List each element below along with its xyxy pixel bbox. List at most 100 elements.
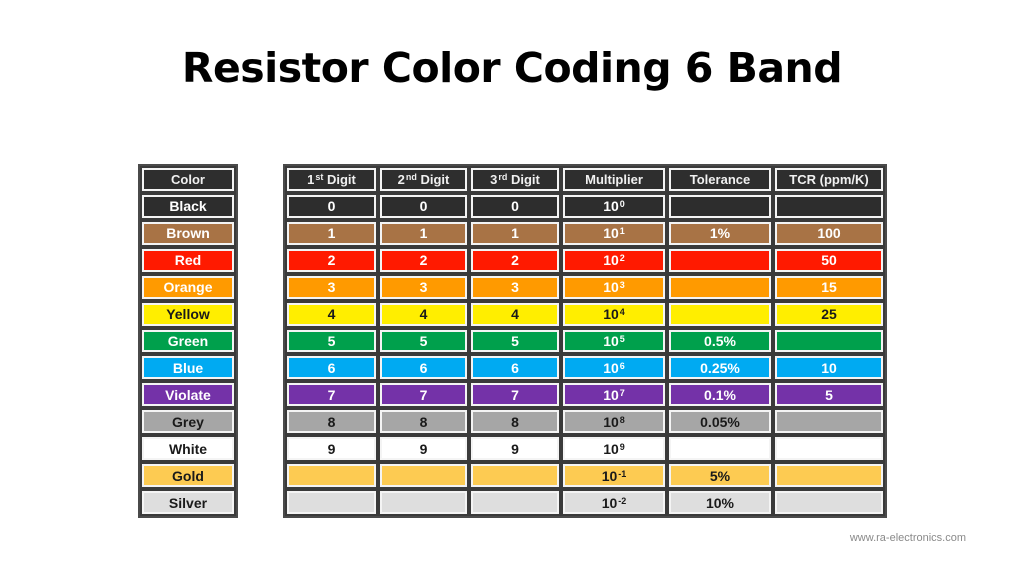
multiplier-base: 10 xyxy=(603,440,619,457)
multiplier-silver: 10 -2 xyxy=(563,491,665,514)
color-label-red: Red xyxy=(142,248,234,272)
color-label-grey: Grey xyxy=(142,410,234,434)
multiplier-gold: 10 -1 xyxy=(563,464,665,488)
multiplier-base: 10 xyxy=(603,198,619,215)
multiplier-base: 10 xyxy=(601,494,618,511)
first-digit-gold xyxy=(287,464,376,488)
multiplier-base: 10 xyxy=(603,332,619,349)
multiplier-green: 10 5 xyxy=(563,329,665,353)
first-digit-violate: 7 xyxy=(287,383,376,407)
tcr-orange: 15 xyxy=(775,275,883,299)
multiplier-exponent: 1 xyxy=(619,226,625,237)
third-digit-red: 2 xyxy=(471,248,559,272)
third-digit-silver xyxy=(471,491,559,514)
band-value-grid: 1st Digit 2nd Digit 3rd Digit Multiplier Tol… xyxy=(285,166,885,516)
second-digit-gold xyxy=(380,464,467,488)
header-text: 2 xyxy=(397,171,405,187)
first-digit-blue: 6 xyxy=(287,356,376,380)
multiplier-exponent: 9 xyxy=(619,441,625,452)
first-digit-yellow: 4 xyxy=(287,302,376,326)
multiplier-exponent: -2 xyxy=(618,495,627,506)
multiplier-exponent: 2 xyxy=(619,253,625,264)
color-label-green: Green xyxy=(142,329,234,353)
header-text-rest: Digit xyxy=(416,171,450,187)
multiplier-grey: 10 8 xyxy=(563,410,665,434)
tcr-red: 50 xyxy=(775,248,883,272)
multiplier-black: 10 0 xyxy=(563,194,665,218)
header-text: 3 xyxy=(490,171,498,187)
header-text-rest: Digit xyxy=(323,171,356,187)
tcr-grey xyxy=(775,410,883,434)
second-digit-silver xyxy=(380,491,467,514)
tolerance-orange xyxy=(669,275,771,299)
third-digit-violate: 7 xyxy=(471,383,559,407)
tcr-white xyxy=(775,437,883,461)
tolerance-black xyxy=(669,194,771,218)
third-digit-blue: 6 xyxy=(471,356,559,380)
tolerance-brown: 1% xyxy=(669,221,771,245)
multiplier-blue: 10 6 xyxy=(563,356,665,380)
tolerance-silver: 10% xyxy=(669,491,771,514)
second-digit-red: 2 xyxy=(380,248,467,272)
tcr-silver xyxy=(775,491,883,514)
multiplier-exponent: 7 xyxy=(619,387,625,398)
third-digit-brown: 1 xyxy=(471,221,559,245)
page-title: Resistor Color Coding 6 Band xyxy=(181,44,843,92)
first-digit-white: 9 xyxy=(287,437,376,461)
tolerance-blue: 0.25% xyxy=(669,356,771,380)
multiplier-base: 10 xyxy=(603,279,619,296)
first-digit-silver xyxy=(287,491,376,514)
multiplier-red: 10 2 xyxy=(563,248,665,272)
second-digit-green: 5 xyxy=(380,329,467,353)
multiplier-yellow: 10 4 xyxy=(563,302,665,326)
color-label-orange: Orange xyxy=(142,275,234,299)
header-text: 1 xyxy=(307,171,315,187)
header-text: Multiplier xyxy=(585,171,643,187)
multiplier-exponent: 6 xyxy=(619,360,625,371)
color-column-header: Color xyxy=(142,168,234,191)
multiplier-exponent: 3 xyxy=(619,280,625,291)
color-label-violate: Violate xyxy=(142,383,234,407)
tolerance-gold: 5% xyxy=(669,464,771,488)
third-digit-black: 0 xyxy=(471,194,559,218)
color-label-brown: Brown xyxy=(142,221,234,245)
third-digit-green: 5 xyxy=(471,329,559,353)
multiplier-base: 10 xyxy=(603,413,619,430)
multiplier-white: 10 9 xyxy=(563,437,665,461)
multiplier-violate: 10 7 xyxy=(563,383,665,407)
header-1st-digit: 1st Digit xyxy=(287,168,376,191)
tcr-brown: 100 xyxy=(775,221,883,245)
header-3rd-digit: 3rd Digit xyxy=(471,168,559,191)
multiplier-exponent: 5 xyxy=(619,333,625,344)
third-digit-grey: 8 xyxy=(471,410,559,434)
second-digit-blue: 6 xyxy=(380,356,467,380)
first-digit-green: 5 xyxy=(287,329,376,353)
color-label-black: Black xyxy=(142,194,234,218)
third-digit-orange: 3 xyxy=(471,275,559,299)
multiplier-exponent: -1 xyxy=(618,468,627,479)
multiplier-orange: 10 3 xyxy=(563,275,665,299)
header-text-rest: Digit xyxy=(507,171,540,187)
first-digit-red: 2 xyxy=(287,248,376,272)
color-label-yellow: Yellow xyxy=(142,302,234,326)
multiplier-exponent: 4 xyxy=(619,307,625,318)
tcr-blue: 10 xyxy=(775,356,883,380)
tcr-black xyxy=(775,194,883,218)
band-value-table: 1st Digit 2nd Digit 3rd Digit Multiplier Tol… xyxy=(283,164,887,518)
second-digit-black: 0 xyxy=(380,194,467,218)
header-2nd-digit: 2nd Digit xyxy=(380,168,467,191)
color-label-silver: Silver xyxy=(142,491,234,514)
tolerance-green: 0.5% xyxy=(669,329,771,353)
first-digit-brown: 1 xyxy=(287,221,376,245)
second-digit-brown: 1 xyxy=(380,221,467,245)
tolerance-red xyxy=(669,248,771,272)
multiplier-brown: 10 1 xyxy=(563,221,665,245)
source-watermark: www.ra-electronics.com xyxy=(849,532,966,544)
header-text: Tolerance xyxy=(689,171,751,187)
color-label-white: White xyxy=(142,437,234,461)
color-name-table: Color Black Brown Red Orange Yellow Green Blue… xyxy=(138,164,238,518)
first-digit-black: 0 xyxy=(287,194,376,218)
color-label-blue: Blue xyxy=(142,356,234,380)
first-digit-grey: 8 xyxy=(287,410,376,434)
third-digit-yellow: 4 xyxy=(471,302,559,326)
